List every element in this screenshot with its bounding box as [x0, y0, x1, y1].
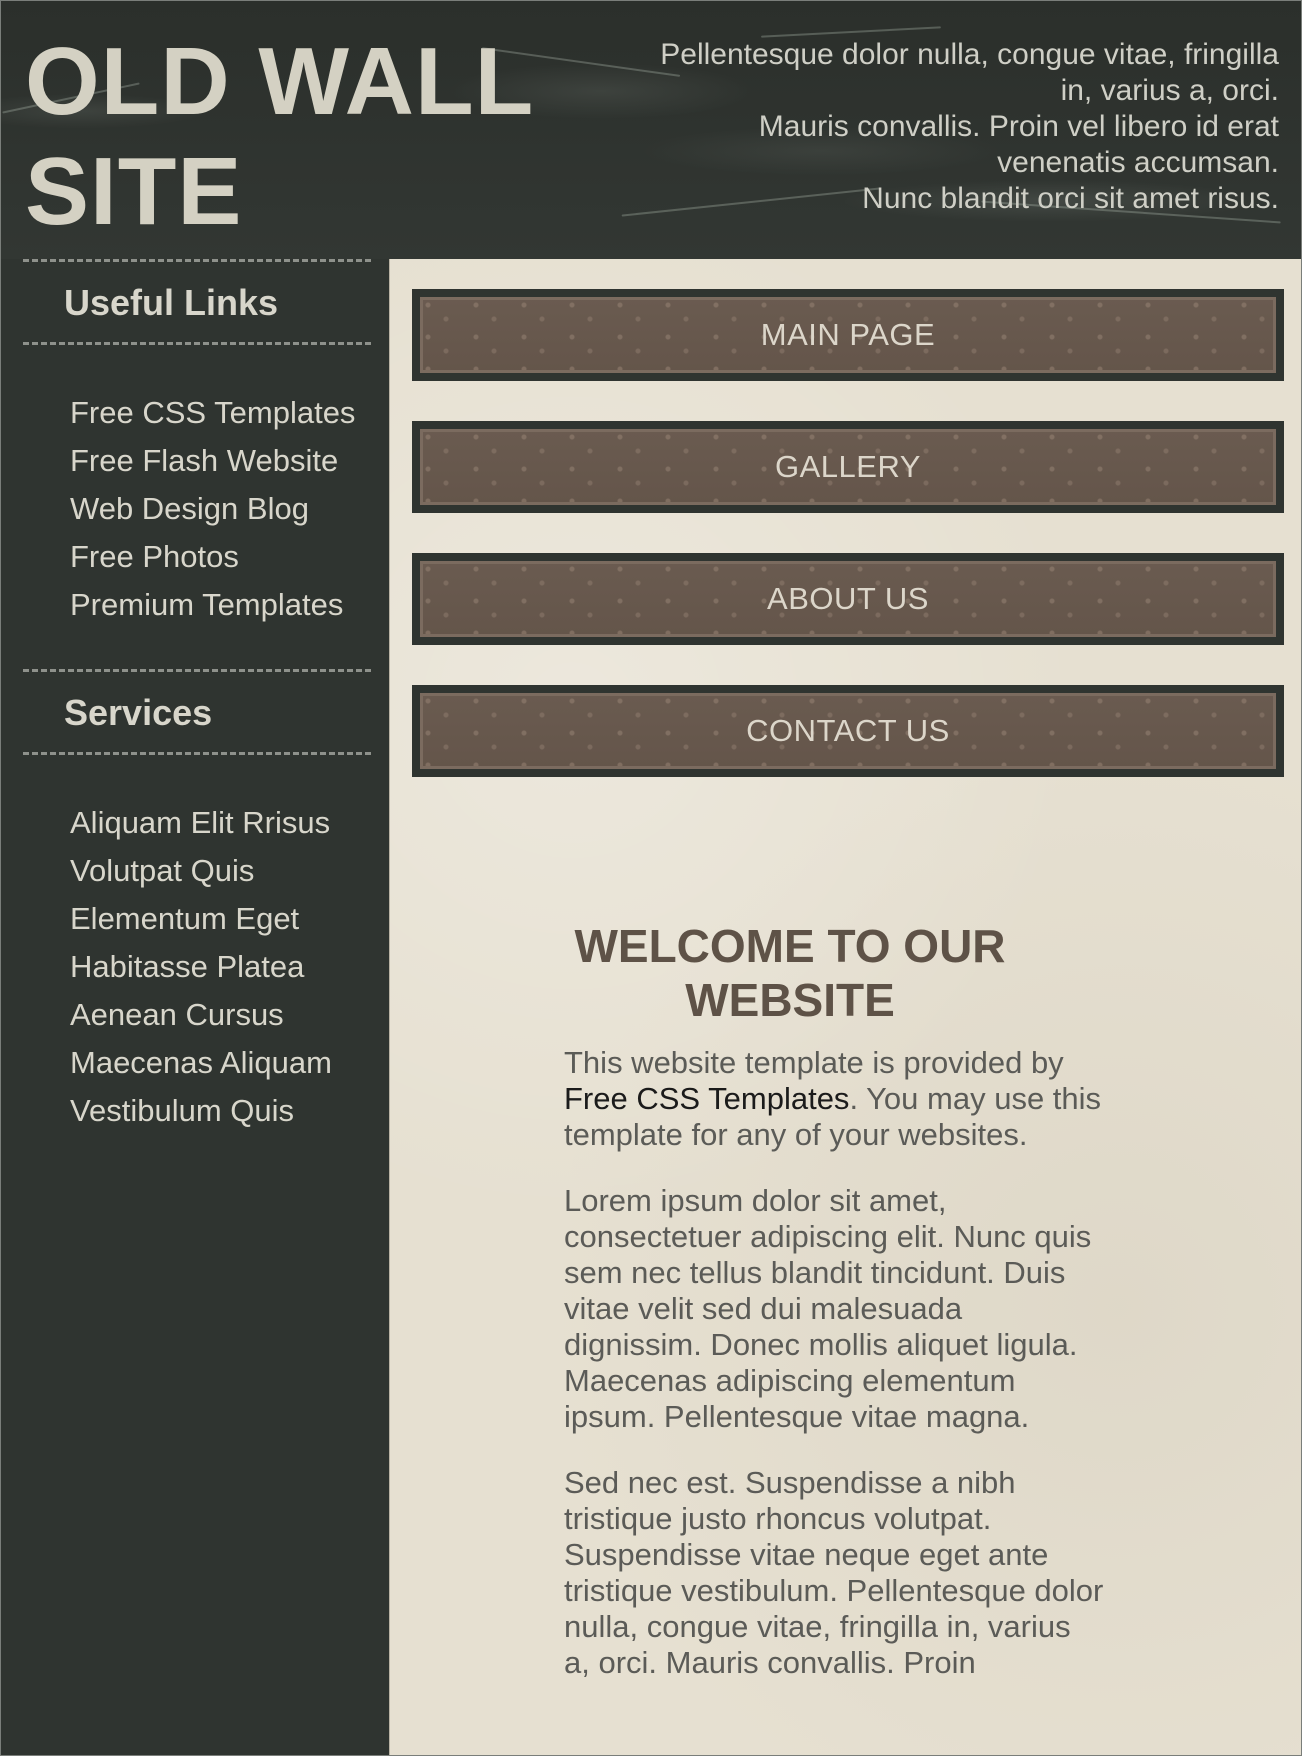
nav-gallery-button[interactable]: GALLERY — [412, 421, 1284, 513]
sidebar-link-free-flash-website[interactable]: Free Flash Website — [70, 437, 355, 485]
header-tagline: Pellentesque dolor nulla, congue vitae, … — [579, 37, 1279, 217]
intro-text-start: This website template is provided by — [564, 1045, 1064, 1080]
tagline-line: in, varius a, orci. — [1060, 74, 1279, 107]
services-heading: Services — [64, 692, 213, 733]
site-title[interactable]: OLD WALL SITE — [25, 27, 545, 247]
nav-main-page-button[interactable]: MAIN PAGE — [412, 289, 1284, 381]
sidebar-link-premium-templates[interactable]: Premium Templates — [70, 581, 355, 629]
useful-links-list: Free CSS Templates Free Flash Website We… — [70, 389, 355, 629]
tagline-line: Mauris convallis. Proin vel libero id er… — [758, 110, 1279, 143]
service-link-volutpat-quis[interactable]: Volutpat Quis — [70, 847, 332, 895]
page-frame: OLD WALL SITE Pellentesque dolor nulla, … — [0, 0, 1302, 1756]
useful-links-heading-box: Useful Links — [23, 259, 371, 345]
service-link-aenean-cursus[interactable]: Aenean Cursus — [70, 991, 332, 1039]
nav-about-us-button[interactable]: ABOUT US — [412, 553, 1284, 645]
free-css-templates-link[interactable]: Free CSS Templates — [564, 1081, 849, 1116]
article-body: This website template is provided by Fre… — [564, 1045, 1104, 1711]
service-link-aliquam-elit-rrisus[interactable]: Aliquam Elit Rrisus — [70, 799, 332, 847]
body-paragraph-3: Sed nec est. Suspendisse a nibh tristiqu… — [564, 1465, 1104, 1680]
welcome-title: WELCOME TO OUR WEBSITE — [574, 920, 1006, 1026]
service-link-elementum-eget[interactable]: Elementum Eget — [70, 895, 332, 943]
nav-contact-us-button[interactable]: CONTACT US — [412, 685, 1284, 777]
intro-paragraph: This website template is provided by Fre… — [564, 1045, 1104, 1153]
services-list: Aliquam Elit Rrisus Volutpat Quis Elemen… — [70, 799, 332, 1135]
body-paragraph-2: Lorem ipsum dolor sit amet, consectetuer… — [564, 1183, 1092, 1434]
useful-links-heading: Useful Links — [64, 282, 279, 323]
tagline-line: Nunc blandit orci sit amet risus. — [862, 182, 1279, 215]
tagline-line: Pellentesque dolor nulla, congue vitae, … — [660, 38, 1279, 71]
service-link-habitasse-platea[interactable]: Habitasse Platea — [70, 943, 332, 991]
sidebar-link-free-css-templates[interactable]: Free CSS Templates — [70, 389, 355, 437]
services-heading-box: Services — [23, 669, 371, 755]
sidebar: Useful Links Free CSS Templates Free Fla… — [1, 259, 389, 1755]
sidebar-link-free-photos[interactable]: Free Photos — [70, 533, 355, 581]
wall-crack-decoration — [761, 26, 941, 38]
main-content-area: MAIN PAGE GALLERY ABOUT US CONTACT US WE… — [389, 259, 1301, 1755]
service-link-maecenas-aliquam[interactable]: Maecenas Aliquam — [70, 1039, 332, 1087]
sidebar-link-web-design-blog[interactable]: Web Design Blog — [70, 485, 355, 533]
site-header: OLD WALL SITE Pellentesque dolor nulla, … — [1, 1, 1301, 259]
tagline-line: venenatis accumsan. — [997, 146, 1279, 179]
service-link-vestibulum-quis[interactable]: Vestibulum Quis — [70, 1087, 332, 1135]
